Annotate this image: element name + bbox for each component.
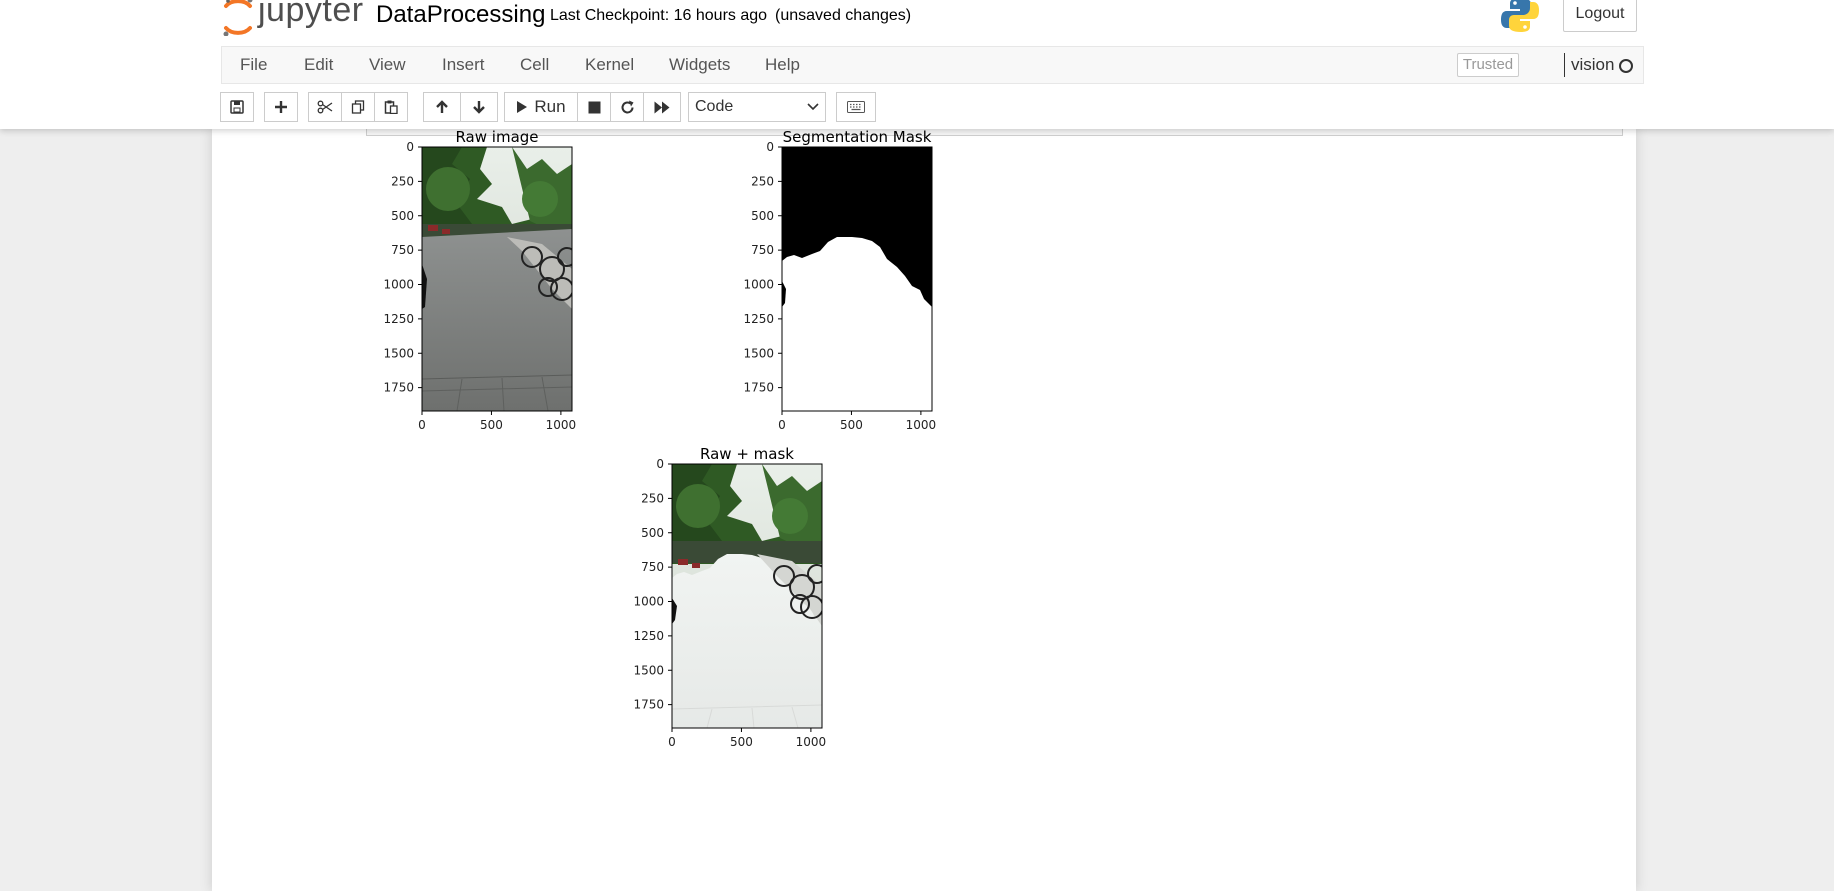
y-tick-label: 250: [641, 491, 664, 505]
raw-image: [422, 147, 572, 411]
y-tick-label: 250: [751, 174, 774, 188]
x-tick-label: 0: [418, 418, 426, 432]
run-label: Run: [534, 97, 566, 116]
paste-button[interactable]: [374, 92, 408, 122]
insert-cell-button[interactable]: [264, 92, 298, 122]
interrupt-button[interactable]: [577, 92, 611, 122]
menu-insert[interactable]: Insert: [442, 47, 485, 83]
y-tick-label: 1000: [383, 278, 414, 292]
move-up-button[interactable]: [423, 92, 461, 122]
menu-widgets[interactable]: Widgets: [669, 47, 730, 83]
y-tick-label: 500: [751, 209, 774, 223]
plus-icon: [275, 101, 287, 113]
y-tick-label: 1000: [743, 278, 774, 292]
checkpoint-status: Last Checkpoint: 16 hours ago (unsaved ch…: [550, 6, 911, 26]
cell-type-select[interactable]: Code: [688, 92, 826, 122]
x-tick-label: 1000: [796, 735, 827, 749]
y-tick-label: 0: [766, 140, 774, 154]
y-tick-label: 750: [641, 560, 664, 574]
menu-cell[interactable]: Cell: [520, 47, 549, 83]
overlay-image: [672, 464, 822, 728]
restart-icon: [621, 100, 633, 113]
x-tick-label: 1000: [546, 418, 577, 432]
y-tick-label: 500: [391, 209, 414, 223]
copy-button[interactable]: [341, 92, 375, 122]
menu-bar: File Edit View Insert Cell Kernel Widget…: [221, 46, 1644, 84]
cell-type-value: Code: [695, 98, 734, 115]
y-tick-label: 1250: [743, 312, 774, 326]
logo-text: jupyter: [258, 0, 364, 29]
y-tick-label: 1750: [743, 381, 774, 395]
unsaved-indicator: (unsaved changes): [775, 7, 912, 24]
top-bar: jupyter DataProcessing Last Checkpoint: …: [0, 0, 1834, 45]
menu-view[interactable]: View: [369, 47, 406, 83]
panel-title: Segmentation Mask: [783, 129, 932, 146]
menu-file[interactable]: File: [240, 47, 267, 83]
y-tick-label: 1500: [743, 346, 774, 360]
y-tick-label: 0: [406, 140, 414, 154]
mask-image: [782, 147, 932, 411]
restart-button[interactable]: [610, 92, 644, 122]
kernel-name[interactable]: vision: [1571, 47, 1614, 83]
cut-icon: [317, 100, 333, 114]
y-tick-label: 1750: [633, 698, 664, 712]
save-button[interactable]: [220, 92, 254, 122]
x-tick-label: 1000: [906, 418, 937, 432]
panel-segmentation-mask: Segmentation Mask 0 250 500 750 1000 1250 1500…: [743, 129, 936, 432]
logout-button[interactable]: Logout: [1563, 0, 1637, 32]
panel-title: Raw image: [455, 129, 538, 146]
y-tick-label: 1500: [383, 346, 414, 360]
y-tick-label: 250: [391, 174, 414, 188]
x-tick-label: 0: [778, 418, 786, 432]
y-tick-label: 1250: [383, 312, 414, 326]
jupyter-mark-icon: [223, 0, 253, 36]
y-tick-label: 750: [391, 243, 414, 257]
keyboard-icon: [847, 101, 865, 113]
x-tick-label: 500: [480, 418, 503, 432]
jupyter-logo[interactable]: jupyter: [222, 0, 364, 36]
menu-kernel[interactable]: Kernel: [585, 47, 634, 83]
arrow-down-icon: [473, 101, 485, 114]
run-button[interactable]: Run: [504, 92, 578, 122]
chevron-down-icon: [807, 103, 819, 111]
copy-icon: [351, 100, 365, 114]
y-tick-label: 750: [751, 243, 774, 257]
panel-raw-image: Raw image 025050075010001250150017500 50…: [383, 129, 576, 432]
trusted-indicator[interactable]: Trusted: [1457, 53, 1519, 77]
y-tick-label: 1750: [383, 381, 414, 395]
notebook-container: Raw image 0 250 500 750 1000 1250 1500 1…: [212, 129, 1636, 891]
x-tick-label: 500: [730, 735, 753, 749]
y-tick-label: 1250: [633, 629, 664, 643]
output-figure: Raw image 025050075010001250150017500 50…: [383, 129, 936, 749]
command-palette-button[interactable]: [836, 92, 876, 122]
menu-help[interactable]: Help: [765, 47, 800, 83]
panel-title: Raw + mask: [700, 445, 794, 463]
fast-forward-icon: [654, 101, 670, 113]
play-icon: [517, 101, 528, 113]
save-icon: [230, 100, 244, 114]
kernel-idle-icon: [1619, 59, 1633, 73]
notebook-header: jupyter DataProcessing Last Checkpoint: …: [0, 0, 1834, 129]
x-tick-label: 500: [840, 418, 863, 432]
y-tick-label: 1500: [633, 663, 664, 677]
paste-icon: [384, 100, 398, 114]
x-tick-label: 0: [668, 735, 676, 749]
move-down-button[interactable]: [460, 92, 498, 122]
panel-raw-plus-mask: Raw + mask 0 250 500 750 10001250150017500 5…: [633, 445, 826, 749]
y-tick-label: 0: [656, 457, 664, 471]
menu-edit[interactable]: Edit: [304, 47, 333, 83]
cut-button[interactable]: [308, 92, 342, 122]
checkpoint-text: Last Checkpoint: 16 hours ago: [550, 7, 768, 24]
y-tick-label: 1000: [633, 595, 664, 609]
restart-run-all-button[interactable]: [643, 92, 681, 122]
arrow-up-icon: [436, 100, 448, 113]
python-logo-icon: [1501, 0, 1539, 32]
stop-icon: [588, 101, 600, 113]
kernel-divider: [1564, 53, 1565, 77]
y-tick-label: 500: [641, 526, 664, 540]
notebook-name[interactable]: DataProcessing: [376, 0, 545, 30]
